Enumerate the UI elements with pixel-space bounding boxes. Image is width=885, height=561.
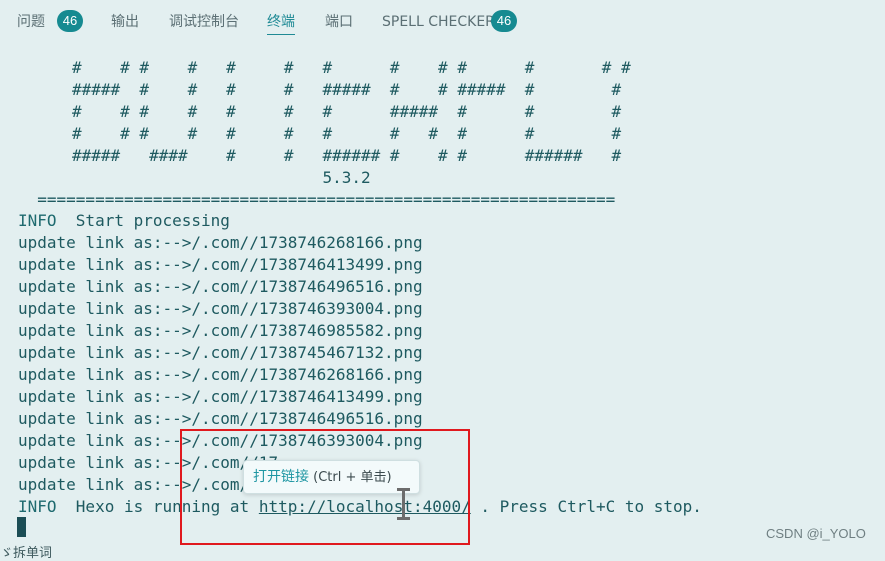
tab-output-label: 输出 xyxy=(111,14,139,30)
tab-debug-console[interactable]: 调试控制台 xyxy=(169,0,239,44)
update-line: update link as:-->/.com//1738746413499.p… xyxy=(18,387,423,406)
tab-terminal[interactable]: 终端 xyxy=(267,0,295,44)
tab-problems[interactable]: 问题 xyxy=(17,0,45,44)
tab-spell-checker[interactable]: SPELL CHECKER xyxy=(382,0,495,44)
tab-ports[interactable]: 端口 xyxy=(325,0,353,44)
banner-line: # # # # # # # # # # # # # xyxy=(72,58,631,77)
panel-tab-bar: 问题 46 输出 调试控制台 终端 端口 SPELL CHECKER 46 xyxy=(0,0,885,44)
annotation-highlight-box xyxy=(180,429,470,545)
terminal-cursor xyxy=(17,517,26,537)
log-level: INFO xyxy=(18,497,57,516)
log-message: Start processing xyxy=(56,211,230,230)
update-line: update link as:-->/.com//1738746393004.p… xyxy=(18,299,423,318)
log-message-suffix: . Press Ctrl+C to stop. xyxy=(470,497,702,516)
separator-line: ========================================… xyxy=(18,190,616,209)
tab-output[interactable]: 输出 xyxy=(111,0,139,44)
log-level: INFO xyxy=(18,211,57,230)
version-line: 5.3.2 xyxy=(72,168,371,187)
problems-count-badge: 46 xyxy=(57,10,83,32)
tab-problems-label: 问题 xyxy=(17,14,45,30)
banner-line: # # # # # # # ##### # # # xyxy=(72,102,622,121)
info-start-line: INFO Start processing xyxy=(18,210,230,232)
banner-line: ##### #### # # ###### # # # ###### # xyxy=(72,146,622,165)
update-line: update link as:-->/.com//1738746413499.p… xyxy=(18,255,423,274)
update-line: update link as:-->/.com//1738746496516.p… xyxy=(18,409,423,428)
update-line: update link as:-->/.com//1738746496516.p… xyxy=(18,277,423,296)
update-line: update link as:-->/.com//1738746268166.p… xyxy=(18,365,423,384)
update-line: update link as:-->/.com//1738746985582.p… xyxy=(18,321,423,340)
update-line: update link as:-->/.com//1738745467132.p… xyxy=(18,343,423,362)
watermark: CSDN @i_YOLO xyxy=(766,526,866,541)
tab-terminal-label: 终端 xyxy=(267,14,295,30)
banner-line: # # # # # # # # # # # # xyxy=(72,124,622,143)
status-bar-fragment: ゞ拆单词 xyxy=(0,546,53,561)
spell-checker-count-badge: 46 xyxy=(491,10,517,32)
tab-spell-checker-label: SPELL CHECKER xyxy=(382,14,495,30)
tab-ports-label: 端口 xyxy=(325,14,353,30)
update-line: update link as:-->/.com//1738746268166.p… xyxy=(18,233,423,252)
banner-line: ##### # # # # ##### # # ##### # # xyxy=(72,80,622,99)
tab-debug-console-label: 调试控制台 xyxy=(169,14,239,30)
